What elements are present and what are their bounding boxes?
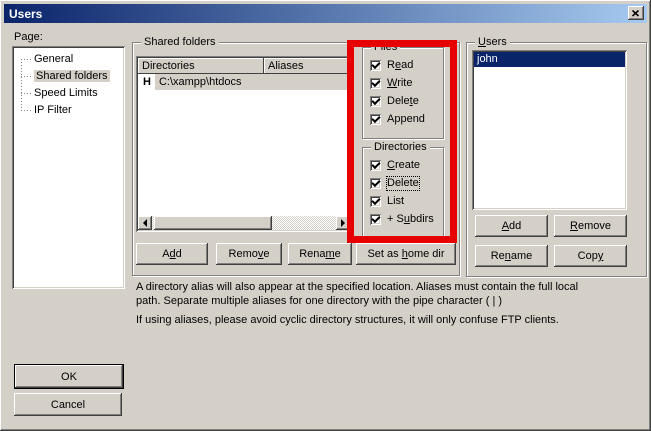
horizontal-scrollbar[interactable]: [138, 216, 350, 230]
tree-item-general[interactable]: General: [34, 52, 73, 67]
checkbox-checked-icon[interactable]: [370, 178, 381, 189]
triangle-left-icon: [143, 219, 147, 227]
checkbox-checked-icon[interactable]: [370, 78, 381, 89]
alias-help-text-line1: A directory alias will also appear at th…: [136, 281, 578, 293]
rename-directory-button[interactable]: Rename: [288, 243, 352, 265]
tree-line: [21, 59, 22, 112]
tree-item-speed-limits[interactable]: Speed Limits: [34, 86, 98, 101]
checkbox-append[interactable]: Append: [370, 112, 425, 126]
checkbox-checked-icon[interactable]: [370, 114, 381, 125]
files-group-label: Files: [371, 40, 400, 54]
alias-help-text-line2: path. Separate multiple aliases for one …: [136, 295, 502, 307]
checkbox-checked-icon[interactable]: [370, 214, 381, 225]
tree-item-shared-folders[interactable]: Shared folders: [34, 69, 110, 84]
checkbox-delete-files[interactable]: Delete: [370, 94, 419, 108]
copy-user-button[interactable]: Copy: [554, 245, 627, 267]
directory-path: C:\xampp\htdocs: [155, 74, 350, 90]
tree-line: [21, 110, 32, 111]
triangle-right-icon: [341, 219, 345, 227]
checkbox-checked-icon[interactable]: [370, 96, 381, 107]
page-tree: General Shared folders Speed Limits IP F…: [12, 46, 125, 289]
tree-line: [21, 93, 32, 94]
checkbox-create[interactable]: Create: [370, 158, 420, 172]
users-group-label: Users: [475, 35, 510, 49]
remove-user-button[interactable]: Remove: [554, 215, 627, 237]
home-flag: H: [138, 74, 155, 90]
directories-permissions-group: Directories Create Delete List + Subdirs: [362, 147, 444, 239]
checkbox-delete-dirs[interactable]: Delete: [370, 176, 419, 190]
directory-row[interactable]: H C:\xampp\htdocs: [138, 74, 350, 90]
checkbox-subdirs[interactable]: + Subdirs: [370, 212, 434, 226]
directories-group-label: Directories: [371, 140, 430, 154]
user-row-john[interactable]: john: [474, 52, 625, 67]
shared-folders-group-label: Shared folders: [141, 35, 219, 49]
checkbox-read[interactable]: Read: [370, 58, 413, 72]
checkbox-checked-icon[interactable]: [370, 60, 381, 71]
add-user-button[interactable]: Add: [475, 215, 548, 237]
set-as-home-dir-button[interactable]: Set as home dir: [356, 243, 456, 265]
directories-list[interactable]: Directories Aliases H C:\xampp\htdocs: [136, 56, 352, 232]
page-label: Page:: [14, 31, 43, 43]
tree-item-ip-filter[interactable]: IP Filter: [34, 103, 72, 118]
scroll-right-button[interactable]: [336, 216, 350, 230]
tree-line: [21, 59, 32, 60]
titlebar[interactable]: Users: [4, 4, 647, 23]
alias-help-text-line3: If using aliases, please avoid cyclic di…: [136, 314, 559, 326]
users-dialog: { "colors":{ "titlebar_left":"#0a246a", …: [0, 0, 651, 431]
remove-directory-button[interactable]: Remove: [216, 243, 282, 265]
rename-user-button[interactable]: Rename: [475, 245, 548, 267]
column-header-aliases[interactable]: Aliases: [264, 58, 350, 74]
files-permissions-group: Files Read Write Delete Append: [362, 47, 444, 139]
scrollbar-thumb[interactable]: [154, 216, 272, 230]
cancel-button[interactable]: Cancel: [14, 393, 122, 416]
close-button[interactable]: [628, 6, 644, 20]
checkbox-checked-icon[interactable]: [370, 160, 381, 171]
checkbox-write[interactable]: Write: [370, 76, 412, 90]
users-list[interactable]: john: [472, 50, 627, 210]
add-directory-button[interactable]: Add: [136, 243, 208, 265]
tree-line: [21, 76, 32, 77]
checkbox-checked-icon[interactable]: [370, 196, 381, 207]
scroll-left-button[interactable]: [138, 216, 152, 230]
column-header-directories[interactable]: Directories: [138, 58, 264, 74]
window-title: Users: [4, 7, 42, 21]
checkbox-list[interactable]: List: [370, 194, 404, 208]
close-icon: [632, 10, 640, 17]
ok-button[interactable]: OK: [14, 364, 124, 389]
list-header: Directories Aliases: [138, 58, 350, 74]
